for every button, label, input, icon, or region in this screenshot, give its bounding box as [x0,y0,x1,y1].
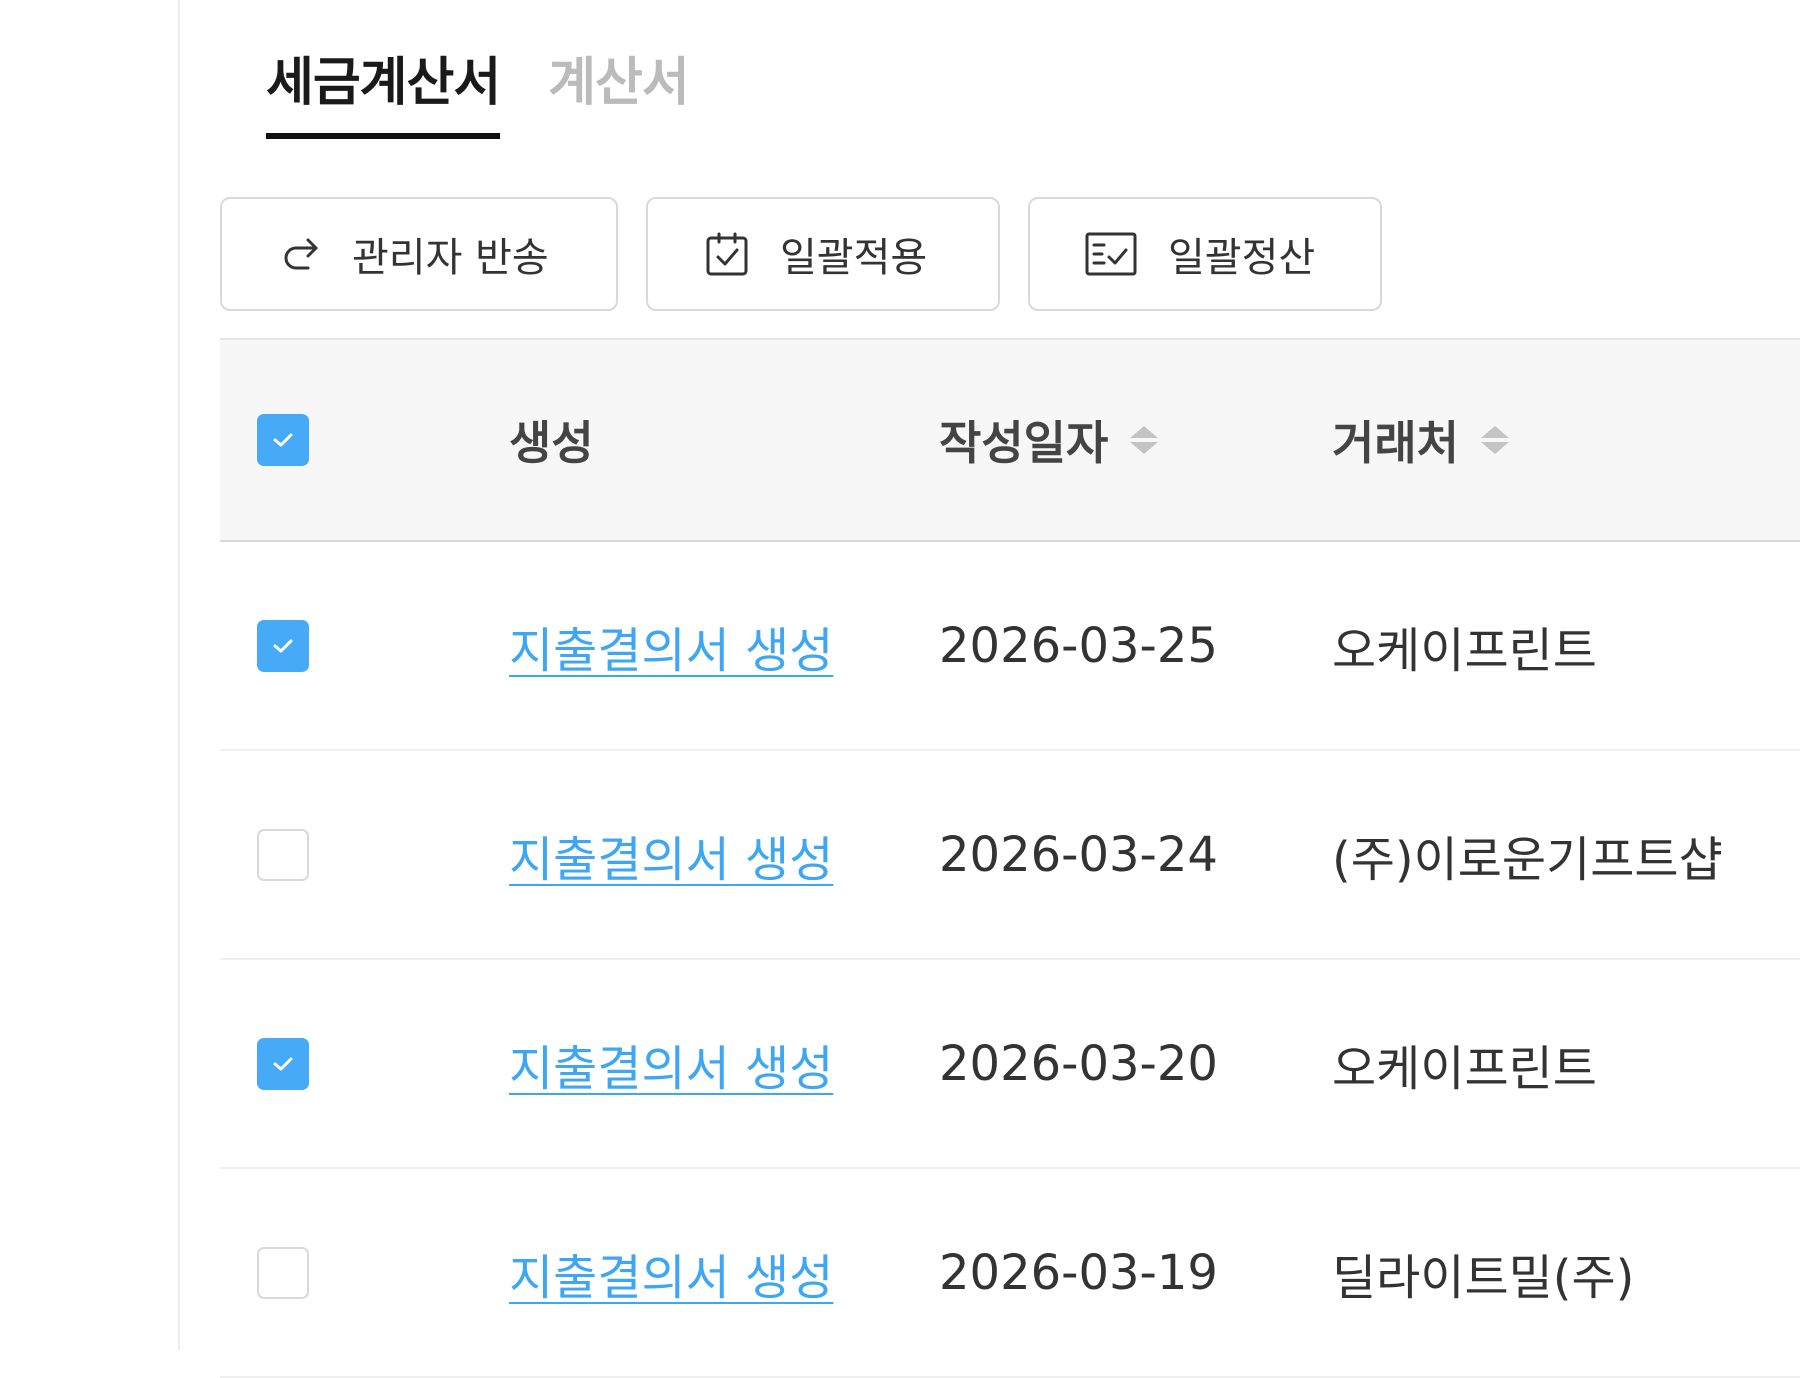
bulk-apply-label: 일괄적용 [780,235,928,281]
table-row: 지출결의서 생성 2026-03-20 오케이프린트 [220,960,1800,1169]
row-vendor: (주)이로운기프트샵 [1332,831,1723,888]
invoice-table: 생성 작성일자 거래처 지출결의서 생성 2026-03-25 오케이프린트 지… [220,338,1800,1378]
row-check-cell [257,1037,309,1090]
header-vendor[interactable]: 거래처 [1332,407,1513,473]
create-expense-link[interactable]: 지출결의서 생성 [509,820,833,890]
checklist-icon [1085,232,1137,276]
row-vendor: 오케이프린트 [1332,622,1597,679]
row-date: 2026-03-19 [939,1244,1218,1301]
sort-icon[interactable] [1477,422,1513,458]
header-create: 생성 [509,407,594,473]
tab-invoice[interactable]: 계산서 [548,40,690,139]
row-date: 2026-03-24 [939,826,1218,883]
row-check-cell [257,828,309,881]
bulk-apply-button[interactable]: 일괄적용 [646,197,1000,311]
create-expense-link[interactable]: 지출결의서 생성 [509,1238,833,1308]
admin-return-button[interactable]: 관리자 반송 [220,197,618,311]
table-header: 생성 작성일자 거래처 [220,338,1800,542]
table-row: 지출결의서 생성 2026-03-24 (주)이로운기프트샵 [220,751,1800,960]
toolbar: 관리자 반송 일괄적용 일괄정산 [220,197,1382,311]
check-icon [273,1057,293,1070]
sort-icon[interactable] [1126,422,1162,458]
row-checkbox[interactable] [257,828,309,881]
bulk-settle-label: 일괄정산 [1168,235,1316,281]
row-checkbox[interactable] [257,619,309,672]
admin-return-label: 관리자 반송 [352,235,549,281]
header-date[interactable]: 작성일자 [939,407,1162,473]
share-forward-icon [284,238,318,270]
header-date-label: 작성일자 [939,416,1109,470]
left-panel [0,0,180,1350]
clipboard-check-icon [706,232,748,276]
row-check-cell [257,619,309,672]
tab-bar: 세금계산서 계산서 [266,40,690,139]
row-date: 2026-03-25 [939,617,1218,674]
select-all-checkbox[interactable] [257,414,309,466]
create-expense-link[interactable]: 지출결의서 생성 [509,611,833,681]
row-date: 2026-03-20 [939,1035,1218,1092]
table-row: 지출결의서 생성 2026-03-25 오케이프린트 [220,542,1800,751]
header-check-cell [257,414,309,466]
check-icon [273,639,293,652]
table-row: 지출결의서 생성 2026-03-19 딜라이트밀(주) [220,1169,1800,1378]
row-checkbox[interactable] [257,1037,309,1090]
row-checkbox[interactable] [257,1246,309,1299]
bulk-settle-button[interactable]: 일괄정산 [1028,197,1382,311]
header-vendor-label: 거래처 [1332,416,1459,470]
create-expense-link[interactable]: 지출결의서 생성 [509,1029,833,1099]
header-create-label: 생성 [509,416,594,470]
row-vendor: 오케이프린트 [1332,1040,1597,1097]
check-icon [273,433,293,447]
tab-tax-invoice[interactable]: 세금계산서 [266,40,501,139]
row-vendor: 딜라이트밀(주) [1332,1249,1635,1306]
row-check-cell [257,1246,309,1299]
main-content: 세금계산서 계산서 관리자 반송 일괄적용 일괄정산 생성 작성일자 거래처 지… [180,0,1800,1378]
